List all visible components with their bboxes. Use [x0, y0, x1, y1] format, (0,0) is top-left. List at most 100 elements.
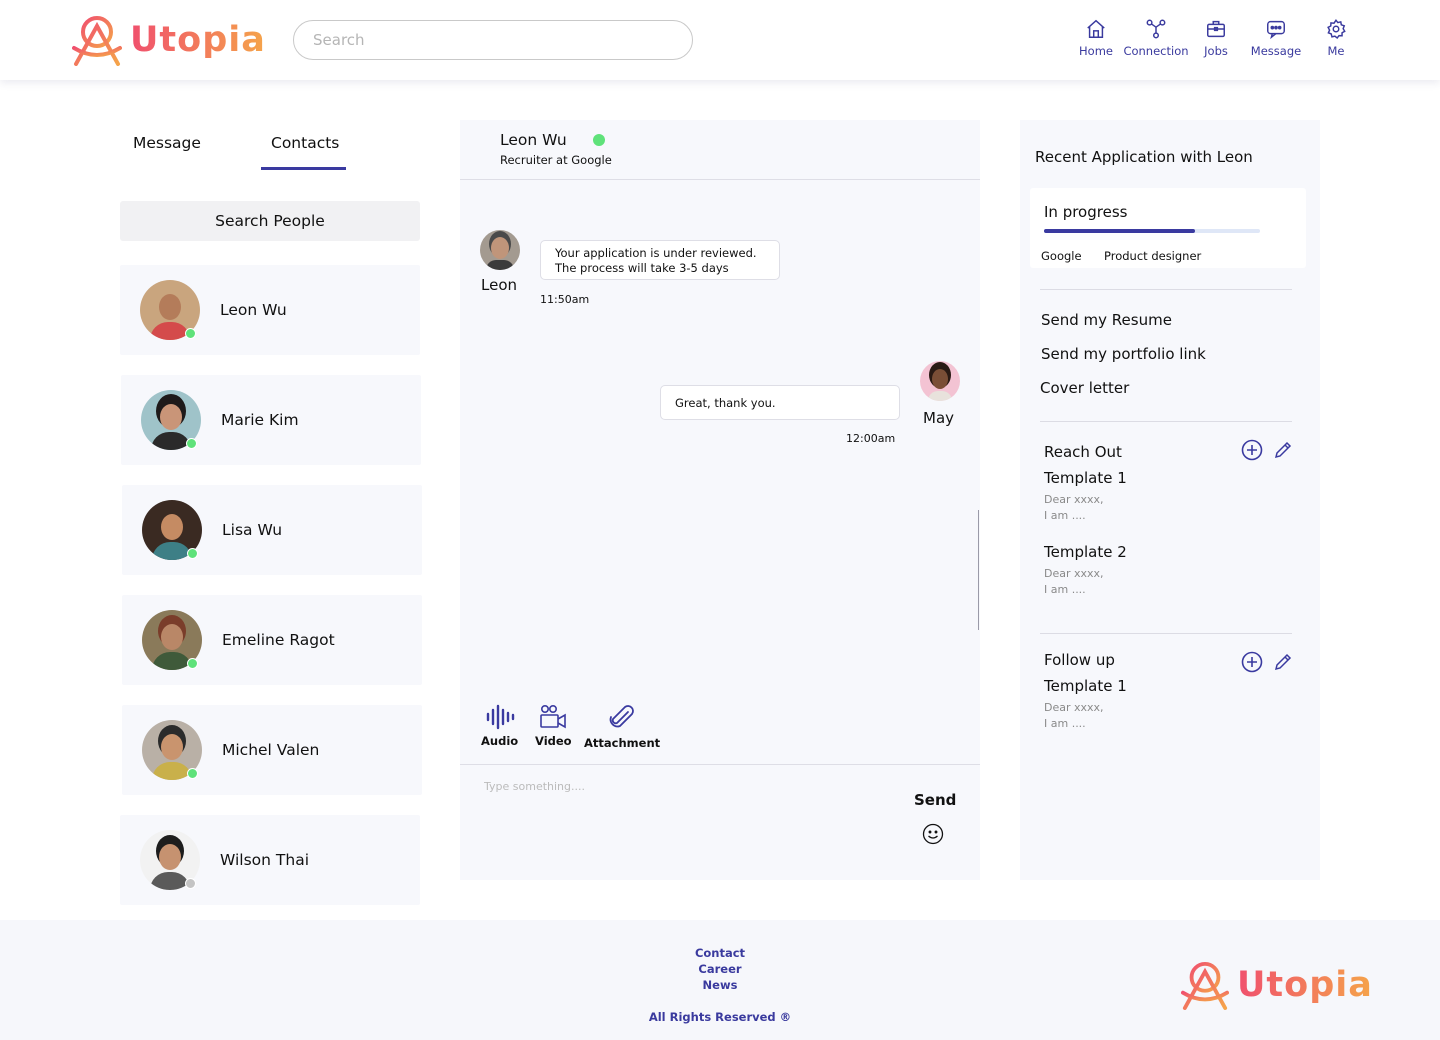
- add-circle-icon[interactable]: [1241, 651, 1263, 673]
- emoji-icon[interactable]: [922, 823, 944, 845]
- progress-bar: [1044, 229, 1260, 233]
- nav-me-label: Me: [1327, 44, 1345, 58]
- message-bubble: Great, thank you.: [660, 385, 900, 420]
- divider: [1040, 289, 1292, 290]
- chat-panel: Leon Wu Recruiter at Google Leon Your ap…: [460, 120, 980, 880]
- contact-name: Lisa Wu: [222, 521, 283, 539]
- utopia-logo-text: Utopia: [130, 20, 266, 60]
- top-bar: Utopia Home Connection Jobs Message Me: [0, 0, 1440, 80]
- reach-out-title: Reach Out: [1044, 443, 1122, 461]
- send-portfolio-action[interactable]: Send my portfolio link: [1041, 345, 1206, 363]
- video-label: Video: [535, 734, 572, 748]
- online-status-dot: [186, 438, 197, 449]
- nav-home-label: Home: [1079, 44, 1113, 58]
- nav-jobs-label: Jobs: [1204, 44, 1228, 58]
- nav-message-label: Message: [1250, 44, 1302, 58]
- attachment-button[interactable]: Attachment: [584, 704, 660, 750]
- footer-logo: Utopia: [1181, 960, 1373, 1010]
- application-panel: Recent Application with Leon In progress…: [1020, 120, 1320, 880]
- message-time: 12:00am: [846, 432, 896, 445]
- avatar: [480, 230, 520, 270]
- online-status-dot: [187, 548, 198, 559]
- contact-card[interactable]: Leon Wu: [120, 265, 420, 355]
- utopia-logo-icon: [1181, 961, 1229, 1010]
- contact-card[interactable]: Marie Kim: [121, 375, 421, 465]
- contact-name: Leon Wu: [220, 301, 287, 319]
- avatar: [142, 720, 202, 780]
- follow-up-title: Follow up: [1044, 651, 1115, 669]
- jobs-icon: [1207, 20, 1225, 38]
- message-time: 11:50am: [540, 293, 590, 306]
- message-bubble: Your application is under reviewed. The …: [540, 240, 780, 280]
- template-preview: I am ....: [1044, 509, 1086, 522]
- message-icon: [1267, 20, 1285, 40]
- contact-name: Marie Kim: [221, 411, 299, 429]
- utopia-logo-icon: [72, 16, 122, 66]
- contact-card[interactable]: Wilson Thai: [120, 815, 420, 905]
- avatar: [142, 610, 202, 670]
- tab-message[interactable]: Message: [133, 134, 201, 152]
- avatar: [140, 280, 200, 340]
- message-input[interactable]: [484, 780, 884, 860]
- panel-title: Recent Application with Leon: [1035, 148, 1253, 166]
- video-camera-icon: [540, 704, 567, 729]
- connection-icon: [1146, 19, 1166, 39]
- avatar: [141, 390, 201, 450]
- divider: [460, 764, 980, 765]
- online-status-dot: [185, 328, 196, 339]
- contact-name: Wilson Thai: [220, 851, 310, 869]
- pencil-icon[interactable]: [1272, 651, 1294, 673]
- contact-card[interactable]: Lisa Wu: [122, 485, 422, 575]
- online-status-dot: [187, 768, 198, 779]
- send-resume-action[interactable]: Send my Resume: [1041, 311, 1172, 329]
- template-name: Template 1: [1044, 677, 1127, 695]
- scrollbar[interactable]: [978, 510, 979, 630]
- template-preview: I am ....: [1044, 583, 1086, 596]
- divider: [1040, 633, 1292, 634]
- audio-label: Audio: [481, 734, 519, 748]
- template-preview: Dear xxxx,: [1044, 493, 1104, 506]
- search-people-button[interactable]: Search People: [120, 201, 420, 241]
- progress-fill: [1044, 229, 1196, 233]
- footer-link-career[interactable]: Career: [620, 962, 820, 976]
- sender-name: May: [923, 409, 955, 427]
- utopia-logo[interactable]: Utopia: [72, 14, 266, 66]
- avatar: [140, 830, 200, 890]
- search-input[interactable]: [293, 20, 693, 60]
- footer-link-news[interactable]: News: [620, 978, 820, 992]
- chat-header: Leon Wu Recruiter at Google: [460, 120, 980, 180]
- video-button[interactable]: Video: [535, 704, 572, 748]
- footer: Contact Career News All Rights Reserved …: [0, 920, 1440, 1040]
- chat-contact-name: Leon Wu: [500, 131, 567, 149]
- add-circle-icon[interactable]: [1241, 439, 1263, 461]
- application-company: Google: [1041, 249, 1082, 263]
- contact-name: Emeline Ragot: [222, 631, 335, 649]
- message-text: The process will take 3-5 days: [555, 261, 729, 275]
- nav-me[interactable]: Me: [1296, 18, 1376, 58]
- online-status-dot: [593, 134, 605, 146]
- gear-icon: [1327, 19, 1346, 40]
- online-status-dot: [187, 658, 198, 669]
- utopia-logo-text: Utopia: [1237, 965, 1373, 1005]
- application-role: Product designer: [1104, 249, 1202, 263]
- template-preview: Dear xxxx,: [1044, 701, 1104, 714]
- copyright-text: All Rights Reserved ®: [648, 1010, 792, 1024]
- template-name: Template 1: [1044, 469, 1127, 487]
- sender-name: Leon: [481, 276, 518, 294]
- application-card[interactable]: In progress Google Product designer: [1030, 188, 1306, 268]
- contact-card[interactable]: Emeline Ragot: [122, 595, 422, 685]
- template-name: Template 2: [1044, 543, 1127, 561]
- message-text: Your application is under reviewed.: [555, 246, 757, 260]
- cover-letter-action[interactable]: Cover letter: [1040, 379, 1129, 397]
- avatar: [920, 361, 960, 401]
- contact-card[interactable]: Michel Valen: [122, 705, 422, 795]
- application-status: In progress: [1044, 203, 1128, 221]
- contact-name: Michel Valen: [222, 741, 320, 759]
- tab-contacts[interactable]: Contacts: [271, 134, 339, 152]
- audio-button[interactable]: Audio: [481, 704, 518, 748]
- attachment-label: Attachment: [584, 736, 661, 750]
- chat-contact-subtitle: Recruiter at Google: [500, 153, 612, 167]
- footer-link-contact[interactable]: Contact: [620, 946, 820, 960]
- send-button[interactable]: Send: [914, 791, 956, 809]
- pencil-icon[interactable]: [1272, 439, 1294, 461]
